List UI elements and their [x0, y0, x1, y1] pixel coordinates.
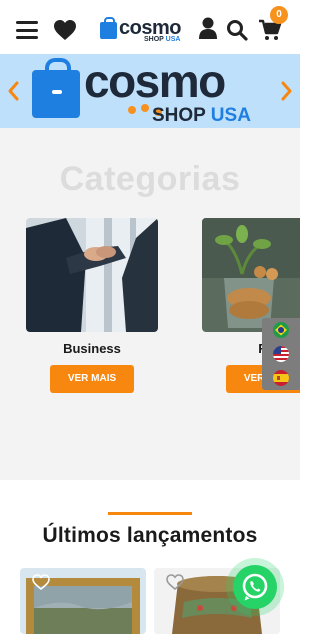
brazil-flag-icon[interactable]: [273, 322, 289, 338]
site-header: cosmo SHOP USA 0: [0, 0, 300, 54]
category-image-finance[interactable]: [202, 218, 300, 332]
whatsapp-icon: [233, 565, 277, 609]
usa-flag-icon[interactable]: [273, 346, 289, 362]
latest-releases-title: Últimos lançamentos: [42, 524, 258, 547]
category-card-business[interactable]: Business VER MAIS: [26, 218, 158, 393]
cart-count-badge: 0: [270, 6, 288, 24]
user-icon[interactable]: [198, 17, 218, 39]
heart-icon[interactable]: [53, 19, 77, 41]
menu-icon[interactable]: [16, 21, 38, 39]
banner-sub-text: SHOP USA: [152, 105, 251, 126]
category-label: Business: [63, 341, 121, 356]
wishlist-heart-icon[interactable]: [32, 574, 50, 590]
chevron-right-icon[interactable]: [280, 80, 294, 102]
wishlist-heart-icon[interactable]: [166, 574, 184, 590]
search-icon[interactable]: [226, 19, 248, 41]
categories-section: Categorias Business VER MAIS VER: [0, 128, 300, 480]
logo-brand-text: cosmo: [119, 17, 181, 39]
section-divider: [108, 512, 192, 515]
shopping-bag-logo-icon: [32, 58, 80, 118]
categories-title: Categorias: [59, 160, 241, 198]
see-more-button[interactable]: VER MAIS: [50, 365, 134, 393]
category-image-business[interactable]: [26, 218, 158, 332]
shopping-bag-icon: [100, 17, 117, 39]
hero-banner[interactable]: cosmo SHOP USA: [0, 54, 300, 128]
banner-brand-text: cosmo: [84, 55, 226, 107]
logo-sub-text: SHOP USA: [144, 36, 181, 43]
site-logo[interactable]: cosmo SHOP USA: [98, 16, 186, 46]
whatsapp-chat-button[interactable]: [226, 558, 284, 616]
product-card[interactable]: [20, 568, 146, 634]
chevron-left-icon[interactable]: [6, 80, 20, 102]
spain-flag-icon[interactable]: [273, 370, 289, 386]
language-switcher: [262, 318, 300, 390]
